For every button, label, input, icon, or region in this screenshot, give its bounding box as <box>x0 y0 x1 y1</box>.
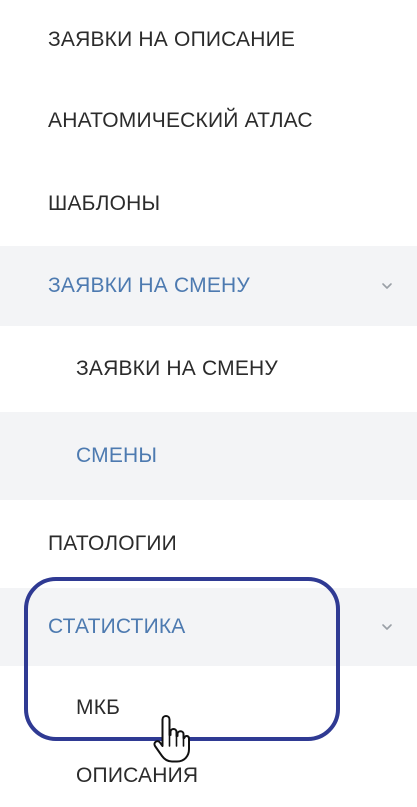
menu-item-templates[interactable]: ШАБЛОНЫ <box>0 162 417 246</box>
submenu-item-label: ЗАЯВКИ НА СМЕНУ <box>76 357 278 380</box>
chevron-down-icon[interactable] <box>379 278 395 294</box>
submenu-item-label: ОПИСАНИЯ <box>76 764 199 787</box>
menu-item-pathologies[interactable]: ПАТОЛОГИИ <box>0 500 417 588</box>
menu-group-statistics[interactable]: СТАТИСТИКА <box>0 588 417 666</box>
menu-group-label: ЗАЯВКИ НА СМЕНУ <box>48 274 250 297</box>
submenu-item-icd[interactable]: МКБ <box>0 666 417 750</box>
menu-item-label: ЗАЯВКИ НА ОПИСАНИЕ <box>48 28 296 51</box>
submenu-item-descriptions[interactable]: ОПИСАНИЯ <box>0 750 417 807</box>
menu-group-shift-requests[interactable]: ЗАЯВКИ НА СМЕНУ <box>0 246 417 326</box>
menu-item-label: АНАТОМИЧЕСКИЙ АТЛАС <box>48 109 313 132</box>
menu-item-label: ШАБЛОНЫ <box>48 192 161 215</box>
sidebar-menu: ЗАЯВКИ НА ОПИСАНИЕ АНАТОМИЧЕСКИЙ АТЛАС Ш… <box>0 0 417 807</box>
submenu-item-label: СМЕНЫ <box>76 444 158 467</box>
menu-group-label: СТАТИСТИКА <box>48 615 186 638</box>
menu-item-anatomical-atlas[interactable]: АНАТОМИЧЕСКИЙ АТЛАС <box>0 80 417 162</box>
submenu-item-shift-requests[interactable]: ЗАЯВКИ НА СМЕНУ <box>0 326 417 412</box>
menu-item-description-requests[interactable]: ЗАЯВКИ НА ОПИСАНИЕ <box>0 0 417 80</box>
submenu-item-label: МКБ <box>76 696 121 719</box>
chevron-down-icon[interactable] <box>379 619 395 635</box>
submenu-item-shifts[interactable]: СМЕНЫ <box>0 412 417 500</box>
menu-item-label: ПАТОЛОГИИ <box>48 532 177 555</box>
